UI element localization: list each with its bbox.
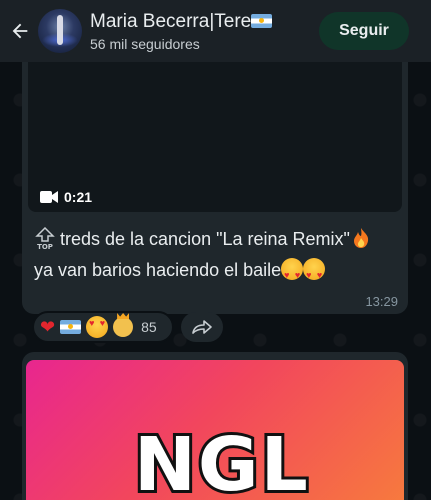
heart-eyes-emoji-icon (281, 258, 304, 291)
forward-arrow-icon (192, 320, 212, 334)
ngl-logo-text: NGL (131, 419, 311, 500)
channel-avatar[interactable] (38, 9, 82, 53)
message-bubble[interactable]: 0:21 TOP treds de la cancion "La reina R… (22, 62, 408, 314)
ngl-image[interactable]: NGL (26, 360, 404, 500)
heart-eyes-emoji-icon (303, 258, 326, 291)
argentina-flag-icon (251, 13, 273, 28)
crown-face-reaction-icon (113, 317, 134, 337)
reaction-count: 85 (141, 319, 157, 335)
back-button[interactable] (2, 0, 38, 62)
follower-count: 56 mil seguidores (90, 35, 200, 52)
heart-eyes-reaction-icon (86, 316, 109, 338)
top-arrow-icon: TOP (35, 227, 55, 251)
argentina-flag-reaction-icon (60, 320, 82, 334)
video-camera-icon (40, 191, 58, 203)
forward-button[interactable] (181, 312, 223, 342)
message-text: TOP treds de la cancion "La reina Remix"… (34, 224, 394, 291)
message-bubble-2[interactable]: NGL (22, 352, 408, 500)
channel-info[interactable]: Maria Becerra|Tere 56 mil seguidores (90, 11, 319, 52)
message-line-1: treds de la cancion "La reina Remix" (60, 229, 350, 249)
follow-button[interactable]: Seguir (319, 12, 409, 50)
svg-text:TOP: TOP (37, 243, 53, 251)
arrow-left-icon (12, 23, 28, 39)
video-duration-text: 0:21 (64, 189, 93, 205)
channel-title: Maria Becerra|Tere (90, 11, 319, 33)
message-time: 13:29 (365, 294, 398, 309)
video-thumbnail[interactable]: 0:21 (28, 62, 402, 212)
heart-reaction-icon: ❤ (40, 317, 56, 337)
fire-emoji-icon (353, 228, 369, 248)
channel-name: Maria Becerra|Tere (90, 10, 252, 32)
channel-header: Maria Becerra|Tere 56 mil seguidores Seg… (0, 0, 431, 62)
message-line-2: ya van barios haciendo el baile (34, 260, 282, 280)
reactions-bar[interactable]: ❤ 85 (32, 311, 174, 343)
video-duration: 0:21 (40, 189, 92, 205)
